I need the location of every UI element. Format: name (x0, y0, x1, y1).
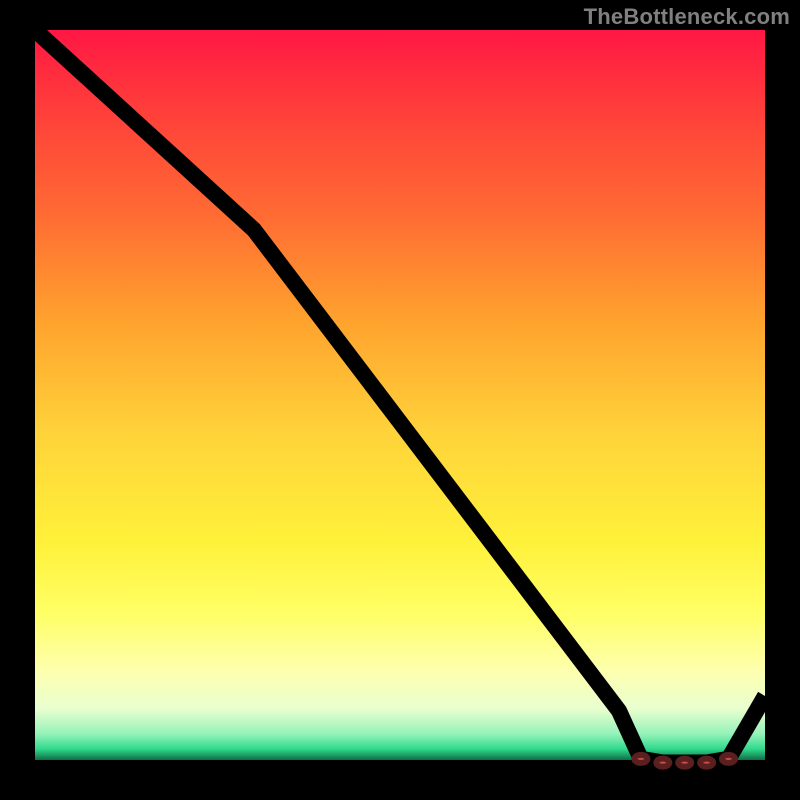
watermark-text: TheBottleneck.com (584, 4, 790, 30)
chart-container: TheBottleneck.com (0, 0, 800, 800)
heat-gradient (35, 30, 765, 760)
plot-area (35, 30, 765, 770)
